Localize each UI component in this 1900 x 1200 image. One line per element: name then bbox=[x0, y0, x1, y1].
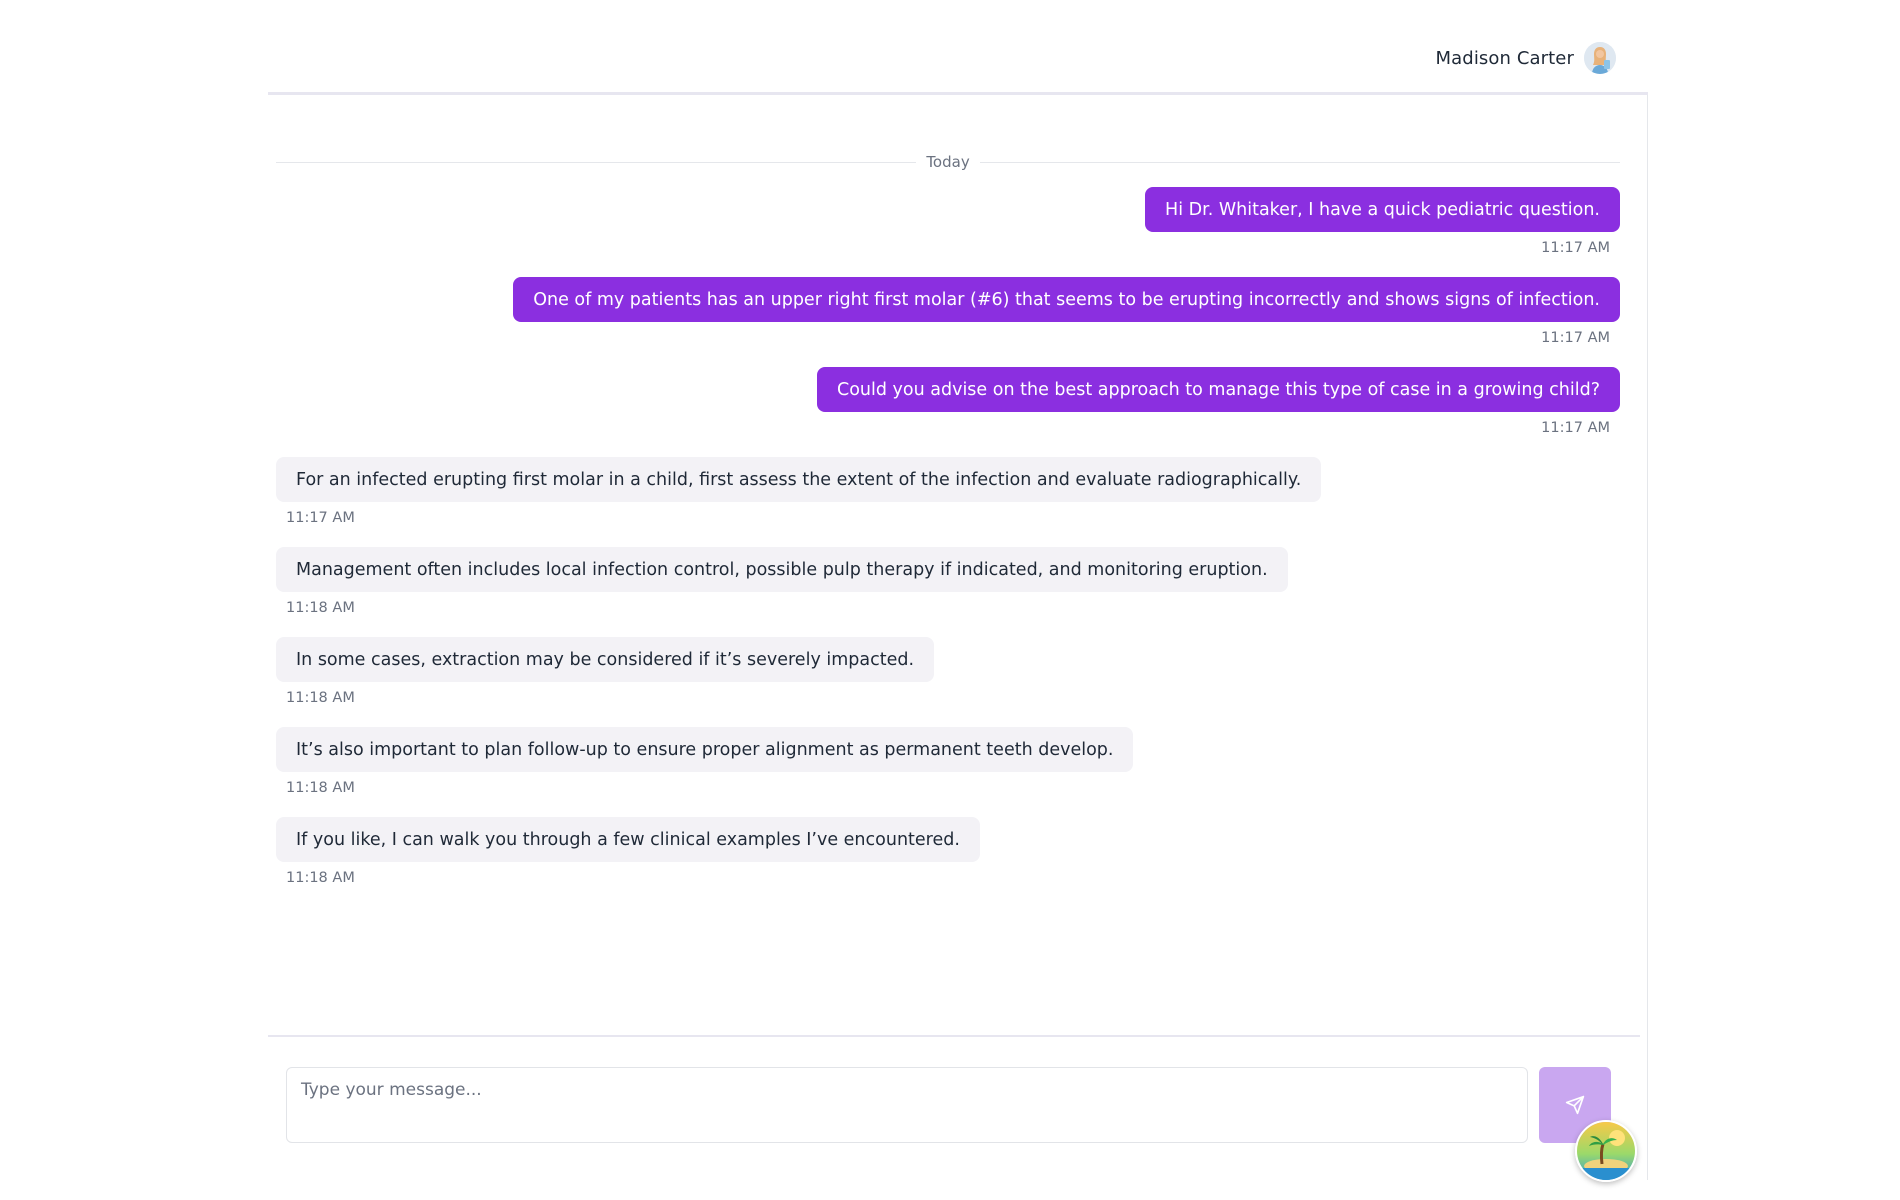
message-list: Hi Dr. Whitaker, I have a quick pediatri… bbox=[276, 187, 1620, 907]
user-avatar-icon[interactable] bbox=[1584, 42, 1616, 74]
date-divider-label: Today bbox=[926, 153, 970, 171]
outgoing-message: One of my patients has an upper right fi… bbox=[276, 277, 1620, 347]
outgoing-message: Hi Dr. Whitaker, I have a quick pediatri… bbox=[276, 187, 1620, 257]
message-timestamp: 11:17 AM bbox=[1541, 330, 1610, 346]
message-timestamp: 11:18 AM bbox=[286, 780, 355, 796]
user-menu[interactable]: Madison Carter bbox=[1436, 42, 1616, 74]
message-timestamp: 11:17 AM bbox=[1541, 240, 1610, 256]
send-icon bbox=[1565, 1095, 1585, 1115]
incoming-message: Management often includes local infectio… bbox=[276, 547, 1620, 617]
top-header: Madison Carter bbox=[268, 0, 1648, 95]
chat-app: Madison Carter Today Hi Dr. Whitaker, I … bbox=[0, 0, 1900, 1200]
message-timestamp: 11:17 AM bbox=[1541, 420, 1610, 436]
message-bubble: In some cases, extraction may be conside… bbox=[276, 637, 935, 682]
message-timestamp: 11:18 AM bbox=[286, 690, 355, 706]
message-bubble: If you like, I can walk you through a fe… bbox=[276, 817, 980, 862]
divider-line-right bbox=[979, 161, 1621, 163]
message-bubble: One of my patients has an upper right fi… bbox=[513, 277, 1620, 322]
incoming-message: It’s also important to plan follow-up to… bbox=[276, 727, 1620, 797]
message-bubble: Hi Dr. Whitaker, I have a quick pediatri… bbox=[1145, 187, 1620, 232]
user-name: Madison Carter bbox=[1435, 47, 1574, 69]
message-bubble: It’s also important to plan follow-up to… bbox=[276, 727, 1134, 772]
incoming-message: In some cases, extraction may be conside… bbox=[276, 637, 1620, 707]
message-input[interactable] bbox=[286, 1067, 1528, 1143]
beach-island-icon[interactable] bbox=[1575, 1120, 1637, 1182]
message-timestamp: 11:18 AM bbox=[286, 870, 355, 886]
message-bubble: Could you advise on the best approach to… bbox=[816, 367, 1620, 412]
chat-panel: Today Hi Dr. Whitaker, I have a quick pe… bbox=[268, 95, 1648, 1180]
message-timestamp: 11:17 AM bbox=[286, 510, 355, 526]
incoming-message: If you like, I can walk you through a fe… bbox=[276, 817, 1620, 887]
date-divider: Today bbox=[276, 150, 1621, 174]
divider-line-left bbox=[276, 161, 917, 163]
message-bubble: For an infected erupting first molar in … bbox=[276, 457, 1322, 502]
outgoing-message: Could you advise on the best approach to… bbox=[276, 367, 1620, 437]
incoming-message: For an infected erupting first molar in … bbox=[276, 457, 1620, 527]
message-composer bbox=[268, 1035, 1640, 1185]
message-bubble: Management often includes local infectio… bbox=[276, 547, 1288, 592]
message-timestamp: 11:18 AM bbox=[286, 600, 355, 616]
